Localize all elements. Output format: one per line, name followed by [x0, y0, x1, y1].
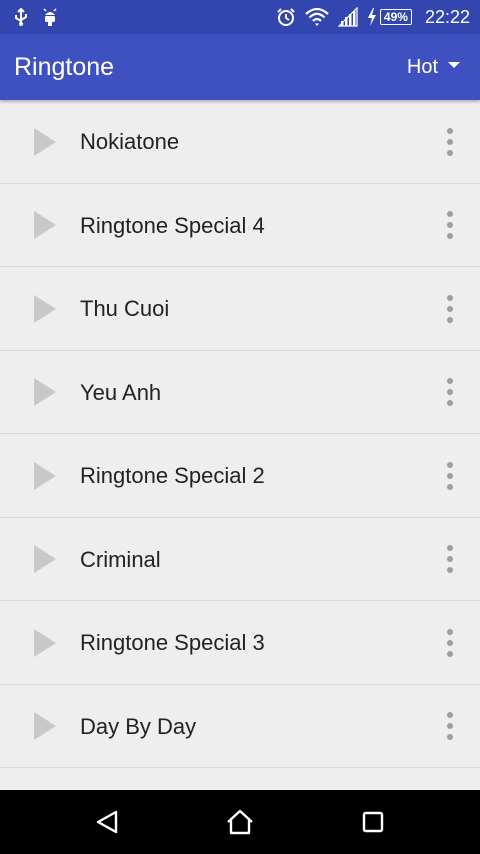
list-item[interactable]: Ringtone Special 2	[0, 434, 480, 518]
more-dot	[447, 723, 453, 729]
play-icon	[34, 127, 56, 156]
filter-dropdown[interactable]: Hot	[407, 34, 460, 100]
ringtone-list[interactable]: Nokiatone Ringtone Special 4 Thu Cuoi Yeu A…	[0, 100, 480, 790]
battery-indicator: 49%	[367, 8, 412, 26]
battery-percent: 49%	[383, 10, 408, 24]
more-dot	[447, 545, 453, 551]
ringtone-title: Yeu Anh	[80, 379, 162, 405]
more-dot	[447, 211, 453, 217]
play-icon	[34, 211, 56, 239]
more-dot	[447, 378, 453, 384]
more-dot	[447, 567, 453, 573]
more-dot	[447, 138, 453, 145]
play-button[interactable]	[26, 100, 58, 183]
list-item[interactable]: Criminal	[0, 518, 480, 601]
ringtone-title: Criminal	[80, 546, 161, 572]
ringtone-title: Ringtone Special 4	[80, 212, 265, 238]
more-dot	[447, 316, 453, 323]
list-item[interactable]: Ringtone Special 3	[0, 601, 480, 685]
play-button[interactable]	[26, 685, 58, 768]
ringtone-title: Ringtone Special 2	[80, 463, 265, 488]
more-dot	[447, 472, 453, 479]
list-item[interactable]: Ringtone Special 4	[0, 184, 480, 267]
home-icon	[227, 809, 253, 835]
play-button[interactable]	[26, 518, 58, 601]
more-dot	[447, 628, 453, 635]
android-debug-icon	[43, 8, 57, 26]
more-dot	[447, 127, 453, 134]
more-dot	[447, 305, 453, 312]
list-item[interactable]: Day By Day	[0, 685, 480, 768]
app-title: Ringtone	[14, 53, 115, 81]
recents-button[interactable]	[341, 790, 405, 854]
play-button[interactable]	[26, 434, 58, 517]
play-icon	[34, 378, 56, 406]
more-dot	[447, 149, 453, 156]
status-bar-left	[14, 0, 58, 34]
play-icon	[34, 628, 56, 657]
more-vert-icon[interactable]	[440, 184, 460, 267]
play-button[interactable]	[26, 267, 58, 350]
play-button[interactable]	[26, 351, 58, 434]
more-dot	[447, 734, 453, 740]
play-icon	[34, 545, 56, 573]
ringtone-title: Thu Cuoi	[80, 296, 170, 321]
charging-icon	[367, 8, 376, 26]
play-button[interactable]	[26, 184, 58, 267]
more-vert-icon[interactable]	[440, 267, 460, 350]
more-vert-icon[interactable]	[440, 351, 460, 434]
list-item[interactable]: Nokiatone	[0, 100, 480, 184]
more-dot	[447, 712, 453, 718]
more-dot	[447, 233, 453, 239]
more-dot	[447, 650, 453, 657]
more-vert-icon[interactable]	[440, 434, 460, 517]
back-button[interactable]	[75, 790, 139, 854]
battery-icon: 49%	[379, 9, 412, 25]
play-icon	[34, 294, 56, 323]
more-dot	[447, 639, 453, 646]
play-button[interactable]	[26, 601, 58, 684]
list-item[interactable]: Yeu Anh	[0, 351, 480, 434]
more-dot	[447, 389, 453, 395]
more-vert-icon[interactable]	[440, 518, 460, 601]
usb-icon	[15, 8, 27, 26]
filter-label: Hot	[406, 55, 438, 78]
more-vert-icon[interactable]	[440, 685, 460, 768]
navigation-bar	[0, 790, 480, 854]
alarm-icon	[277, 8, 295, 26]
more-dot	[447, 294, 453, 301]
more-dot	[447, 483, 453, 490]
ringtone-title: Ringtone Special 3	[80, 630, 265, 655]
clock: 22:22	[424, 6, 470, 27]
play-icon	[34, 712, 56, 740]
more-dot	[447, 222, 453, 228]
more-dot	[447, 400, 453, 406]
back-icon	[96, 810, 118, 834]
more-vert-icon[interactable]	[440, 601, 460, 684]
more-dot	[447, 556, 453, 562]
status-bar-right: 49% 22:22	[276, 0, 470, 34]
ringtone-title: Day By Day	[80, 713, 197, 739]
home-button[interactable]	[208, 790, 272, 854]
ringtone-title: Nokiatone	[80, 129, 180, 154]
signal-icon	[337, 7, 358, 27]
wifi-icon	[305, 7, 329, 26]
recents-icon	[362, 811, 384, 833]
more-vert-icon[interactable]	[440, 100, 460, 183]
more-dot	[447, 461, 453, 468]
dropdown-arrow-icon	[448, 62, 460, 68]
list-item[interactable]: Thu Cuoi	[0, 267, 480, 351]
status-bar: 49% 22:22	[0, 0, 480, 34]
app-bar: Ringtone Hot	[0, 34, 480, 100]
play-icon	[34, 461, 56, 490]
